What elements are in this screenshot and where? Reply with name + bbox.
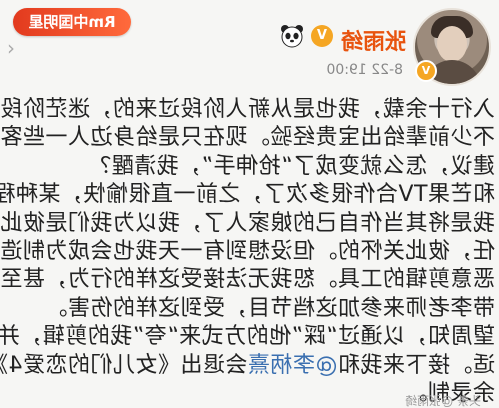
post-text: 会退出《女儿们的恋爱4》剩 — [0, 352, 248, 378]
post-text: 任，彼此关怀的。但没想到有一天我也会成为制造话题 — [0, 238, 495, 264]
post-text: 望周知，以通过“踩”他的方式来“夸”我的剪辑，并不合 — [0, 324, 495, 350]
avatar-face — [437, 26, 467, 62]
mention-link[interactable]: @李柄熹 — [247, 353, 337, 378]
chevron-icon[interactable]: ‹ — [7, 36, 15, 60]
post-text: 恶意剪辑的工具。恕我无法接受这样的行为，甚至后悔 — [0, 267, 495, 293]
post-text: 不少前辈给出宝贵经验。现在只是给身边人一些客观的 — [0, 125, 495, 151]
post-text-line: 恶意剪辑的工具。恕我无法接受这样的行为，甚至后悔 — [0, 266, 499, 294]
post-text-line: 建议，怎么就变成了“抢伸手”，我清醒？ — [0, 153, 499, 181]
post-text-line: 和芒果TV合作很多次了，之前一直很愉快，某种程度 — [0, 181, 499, 209]
post-text-line: 望周知，以通过“踩”他的方式来“夸”我的剪辑，并不合 — [0, 323, 499, 351]
post-body: 入行十余载，我也是从新人阶段过来的，迷茫阶段也有 不少前辈给出宝贵经验。现在只是给… — [0, 96, 499, 408]
post-text: 建议，怎么就变成了“抢伸手”，我清醒？ — [88, 153, 495, 179]
post-text: 和芒果TV合作很多次了，之前一直很愉快，某种程度 — [0, 182, 495, 208]
mirrored-screenshot: V 张雨绮 V 8-22 19:00 Rm中国明星 ‹ 入行十余载，我也是从新人… — [0, 0, 499, 408]
post-text-line: 带李老师来参加这档节目，受到这样的伤害。 — [0, 295, 499, 323]
post-header: V 张雨绮 V 8-22 19:00 Rm中国明星 ‹ — [0, 0, 499, 90]
post-timestamp: 8-22 19:00 — [326, 62, 403, 78]
post-text: 入行十余载，我也是从新人阶段过来的，迷茫阶段也有 — [0, 97, 495, 122]
panda-icon — [281, 25, 303, 48]
post-text: 我是将其当作自己的娘家人了，我以为我们是彼此信 — [0, 210, 495, 236]
vip-badge: V — [415, 60, 437, 82]
topic-badge[interactable]: Rm中国明星 — [13, 8, 131, 36]
post-text-line: 不少前辈给出宝贵经验。现在只是给身边人一些客观的 — [0, 124, 499, 152]
post-text: 适。接下来我和 — [337, 352, 495, 378]
post-text-line: 适。接下来我和@李柄熹会退出《女儿们的恋爱4》剩 — [0, 352, 499, 380]
post-text-line: 我是将其当作自己的娘家人了，我以为我们是彼此信 — [0, 210, 499, 238]
username[interactable]: 张雨绮 — [341, 24, 407, 56]
verified-icon: V — [311, 25, 333, 47]
post-text-line: 任，彼此关怀的。但没想到有一天我也会成为制造话题 — [0, 238, 499, 266]
watermark: 头条 @张雨绮 — [405, 394, 481, 408]
post-text: 带李老师来参加这档节目，受到这样的伤害。 — [44, 295, 495, 321]
post-text-line: 入行十余载，我也是从新人阶段过来的，迷茫阶段也有 — [0, 96, 499, 124]
